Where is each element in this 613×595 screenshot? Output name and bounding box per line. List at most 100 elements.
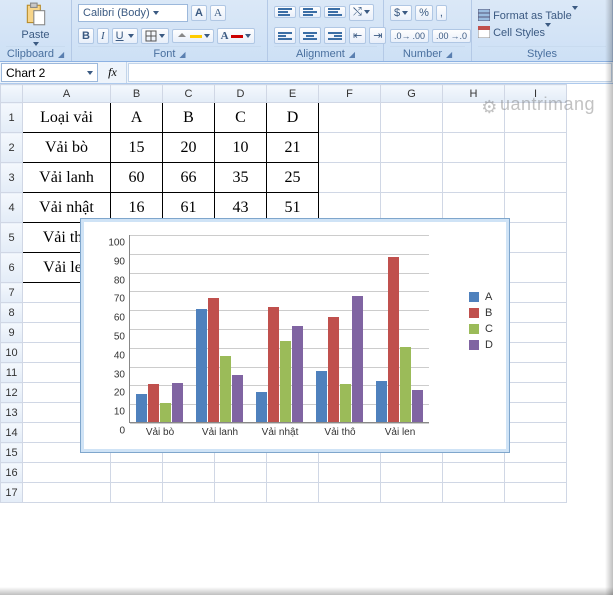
row-header-7[interactable]: 7 [1, 283, 23, 303]
cell-F17[interactable] [319, 483, 381, 503]
cell-I12[interactable] [505, 383, 567, 403]
cell-C17[interactable] [163, 483, 215, 503]
border-button[interactable] [141, 28, 169, 44]
cell-B17[interactable] [111, 483, 163, 503]
cell-styles-button[interactable]: Cell Styles [478, 25, 551, 40]
cell-F16[interactable] [319, 463, 381, 483]
formula-input[interactable] [128, 63, 612, 82]
row-header-8[interactable]: 8 [1, 303, 23, 323]
cell-B16[interactable] [111, 463, 163, 483]
cell-D17[interactable] [215, 483, 267, 503]
cell-E2[interactable]: 21 [267, 133, 319, 163]
cell-E3[interactable]: 25 [267, 163, 319, 193]
row-header-5[interactable]: 5 [1, 223, 23, 253]
cell-I10[interactable] [505, 343, 567, 363]
cell-C2[interactable]: 20 [163, 133, 215, 163]
cell-A17[interactable] [23, 483, 111, 503]
cell-E17[interactable] [267, 483, 319, 503]
cell-A2[interactable]: Vải bò [23, 133, 111, 163]
paste-button[interactable]: Paste [6, 2, 65, 46]
dialog-launcher-icon[interactable]: ◢ [349, 50, 355, 59]
cell-H17[interactable] [443, 483, 505, 503]
row-header-13[interactable]: 13 [1, 403, 23, 423]
cell-E16[interactable] [267, 463, 319, 483]
align-right[interactable] [324, 27, 346, 44]
row-header-17[interactable]: 17 [1, 483, 23, 503]
row-header-2[interactable]: 2 [1, 133, 23, 163]
cell-D1[interactable]: C [215, 103, 267, 133]
col-header-C[interactable]: C [163, 85, 215, 103]
col-header-E[interactable]: E [267, 85, 319, 103]
row-header-6[interactable]: 6 [1, 253, 23, 283]
name-box[interactable]: Chart 2 [1, 63, 98, 82]
cell-G16[interactable] [381, 463, 443, 483]
row-header-11[interactable]: 11 [1, 363, 23, 383]
cell-I4[interactable] [505, 193, 567, 223]
cell-I8[interactable] [505, 303, 567, 323]
percent-button[interactable]: % [415, 5, 433, 21]
row-header-10[interactable]: 10 [1, 343, 23, 363]
cell-I2[interactable] [505, 133, 567, 163]
cell-I5[interactable] [505, 223, 567, 253]
cell-D3[interactable]: 35 [215, 163, 267, 193]
cell-I16[interactable] [505, 463, 567, 483]
currency-button[interactable]: $ [390, 5, 412, 21]
increase-decimal[interactable]: .0→.00 [390, 29, 429, 43]
cell-I6[interactable] [505, 253, 567, 283]
embedded-chart[interactable]: 0102030405060708090100Vải bòVải lanhVải … [80, 218, 510, 453]
italic-button[interactable]: I [97, 28, 109, 44]
align-top[interactable] [274, 6, 296, 18]
cell-B1[interactable]: A [111, 103, 163, 133]
cell-I14[interactable] [505, 423, 567, 443]
cell-I15[interactable] [505, 443, 567, 463]
cell-C3[interactable]: 66 [163, 163, 215, 193]
dialog-launcher-icon[interactable]: ◢ [446, 50, 452, 59]
font-color-top[interactable]: A [191, 5, 207, 21]
font-name-combo[interactable]: Calibri (Body) [78, 4, 188, 22]
align-bottom[interactable] [324, 6, 346, 18]
cell-D16[interactable] [215, 463, 267, 483]
cell-F2[interactable] [319, 133, 381, 163]
align-left[interactable] [274, 27, 296, 44]
cell-I9[interactable] [505, 323, 567, 343]
col-header-A[interactable]: A [23, 85, 111, 103]
font-color-button[interactable]: A [217, 28, 255, 44]
cell-A3[interactable]: Vải lanh [23, 163, 111, 193]
dialog-launcher-icon[interactable]: ◢ [179, 50, 185, 59]
dialog-launcher-icon[interactable]: ◢ [58, 50, 64, 59]
cell-I13[interactable] [505, 403, 567, 423]
cell-A1[interactable]: Loại vải [23, 103, 111, 133]
underline-button[interactable]: U [112, 28, 138, 44]
grow-font[interactable]: A [210, 5, 226, 21]
cell-I11[interactable] [505, 363, 567, 383]
row-header-3[interactable]: 3 [1, 163, 23, 193]
select-all-corner[interactable] [1, 85, 23, 103]
col-header-B[interactable]: B [111, 85, 163, 103]
cell-I3[interactable] [505, 163, 567, 193]
cell-H16[interactable] [443, 463, 505, 483]
fx-icon[interactable]: fx [99, 62, 127, 83]
fill-color-button[interactable] [172, 29, 214, 43]
col-header-G[interactable]: G [381, 85, 443, 103]
cell-G2[interactable] [381, 133, 443, 163]
cell-F1[interactable] [319, 103, 381, 133]
cell-B2[interactable]: 15 [111, 133, 163, 163]
decrease-indent[interactable]: ⇤ [349, 27, 366, 44]
col-header-D[interactable]: D [215, 85, 267, 103]
row-header-4[interactable]: 4 [1, 193, 23, 223]
row-header-12[interactable]: 12 [1, 383, 23, 403]
row-header-9[interactable]: 9 [1, 323, 23, 343]
row-header-1[interactable]: 1 [1, 103, 23, 133]
cell-C1[interactable]: B [163, 103, 215, 133]
row-header-15[interactable]: 15 [1, 443, 23, 463]
cell-G3[interactable] [381, 163, 443, 193]
align-center[interactable] [299, 27, 321, 44]
cell-H2[interactable] [443, 133, 505, 163]
col-header-F[interactable]: F [319, 85, 381, 103]
align-middle[interactable] [299, 6, 321, 18]
orientation[interactable]: ⤭ [349, 4, 374, 21]
comma-button[interactable]: , [436, 5, 447, 21]
cell-F3[interactable] [319, 163, 381, 193]
format-as-table-button[interactable]: Format as Table [478, 8, 578, 23]
cell-B3[interactable]: 60 [111, 163, 163, 193]
